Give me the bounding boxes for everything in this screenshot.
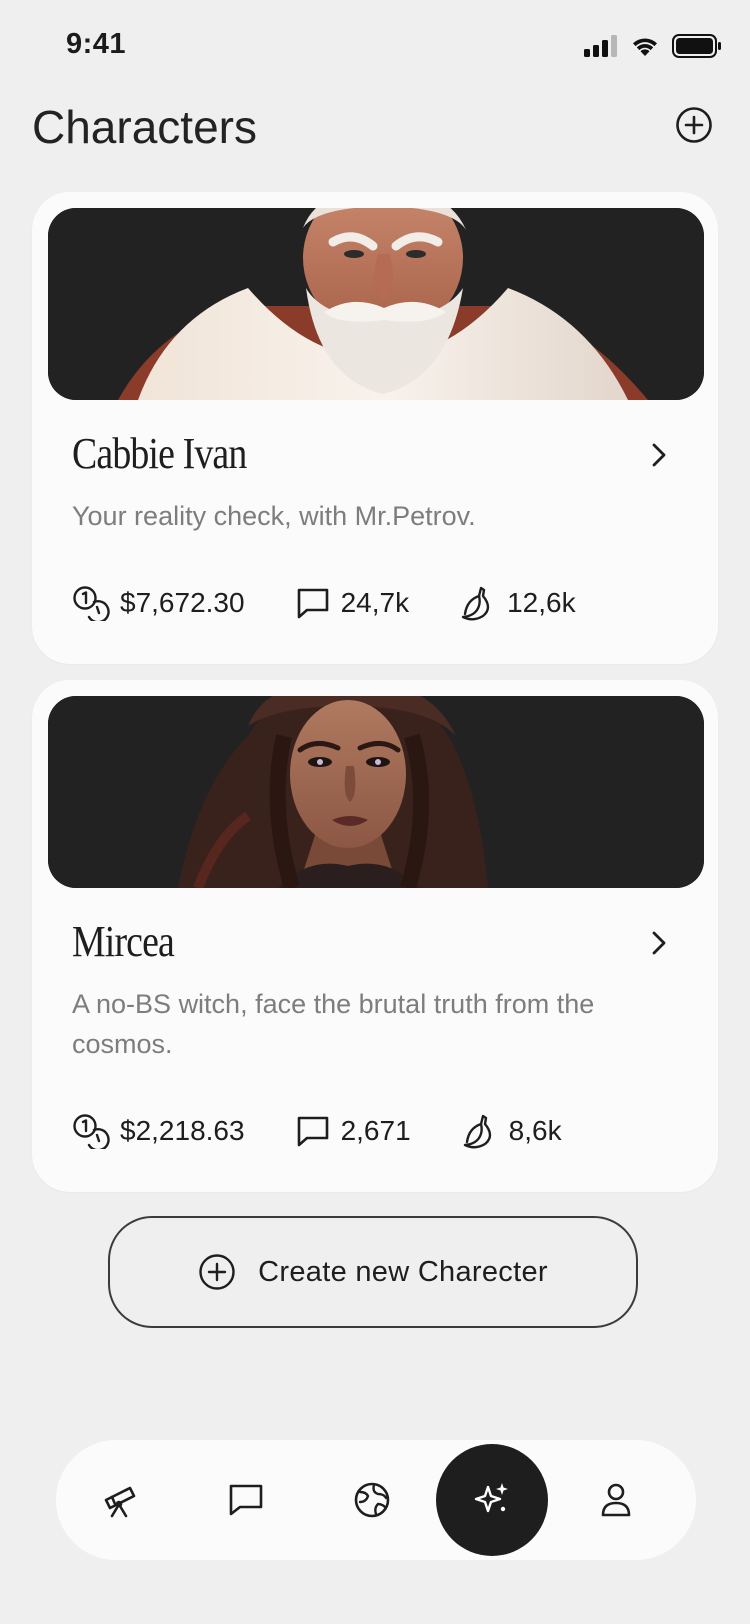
- plus-circle-icon: [676, 107, 712, 143]
- banana-icon: [463, 1114, 491, 1149]
- bananas-stat: 12,6k: [459, 584, 576, 622]
- character-name: Mircea: [72, 917, 175, 966]
- nav-profile[interactable]: [560, 1440, 672, 1560]
- open-character-button[interactable]: [646, 930, 672, 956]
- messages-stat: 2,671: [295, 1113, 411, 1149]
- banana-icon: [461, 586, 490, 621]
- nav-chats[interactable]: [190, 1440, 302, 1560]
- character-card[interactable]: Mircea A no-BS witch, face the brutal tr…: [32, 680, 718, 1192]
- earnings-value: $2,218.63: [120, 1115, 245, 1146]
- character-name: Cabbie Ivan: [72, 429, 247, 478]
- page-header: Characters: [0, 92, 750, 182]
- status-time: 9:41: [66, 28, 127, 60]
- plus-circle-icon: [199, 1254, 235, 1290]
- character-description: Your reality check, with Mr.Petrov.: [72, 501, 476, 531]
- character-portrait-image: [48, 208, 704, 400]
- create-character-button[interactable]: Create new Charecter: [108, 1216, 638, 1328]
- messages-value: 24,7k: [340, 587, 410, 618]
- nav-explore[interactable]: [64, 1440, 176, 1560]
- chevron-right-icon: [652, 443, 666, 467]
- character-stats: $2,218.63 2,671 8,6k: [72, 1112, 612, 1150]
- earnings-value: $7,672.30: [120, 587, 245, 618]
- cellular-signal-icon: [584, 35, 617, 57]
- open-character-button[interactable]: [646, 442, 672, 468]
- character-description: A no-BS witch, face the brutal truth fro…: [72, 989, 595, 1059]
- character-stats: $7,672.30 24,7k 12,6k: [72, 584, 626, 622]
- page-title: Characters: [32, 101, 257, 153]
- messages-value: 2,671: [340, 1115, 411, 1146]
- wifi-icon: [633, 38, 657, 56]
- nav-world[interactable]: [316, 1440, 428, 1560]
- chevron-right-icon: [652, 931, 666, 955]
- character-portrait-image: [48, 696, 704, 888]
- telescope-icon: [104, 1486, 136, 1518]
- status-icons: [584, 34, 722, 58]
- coins-icon: [73, 586, 110, 621]
- chat-bubble-icon: [297, 588, 328, 619]
- earnings-stat: $7,672.30: [72, 585, 245, 621]
- status-bar: 9:41: [0, 0, 750, 92]
- messages-stat: 24,7k: [295, 585, 410, 621]
- battery-icon: [672, 34, 721, 58]
- chat-bubble-icon: [297, 1116, 328, 1147]
- sparkles-icon: [474, 1483, 508, 1513]
- coins-icon: [73, 1114, 110, 1149]
- nav-characters[interactable]: [436, 1444, 548, 1556]
- character-card[interactable]: Cabbie Ivan Your reality check, with Mr.…: [32, 192, 718, 664]
- bananas-value: 8,6k: [508, 1115, 562, 1146]
- add-character-button[interactable]: [674, 105, 714, 145]
- bananas-stat: 8,6k: [461, 1112, 562, 1150]
- bananas-value: 12,6k: [507, 587, 576, 618]
- user-icon: [601, 1483, 631, 1517]
- globe-icon: [354, 1482, 390, 1518]
- bottom-nav: [56, 1440, 696, 1560]
- earnings-stat: $2,218.63: [72, 1113, 245, 1149]
- create-character-label: Create new Charecter: [258, 1255, 548, 1288]
- chat-icon: [229, 1484, 263, 1516]
